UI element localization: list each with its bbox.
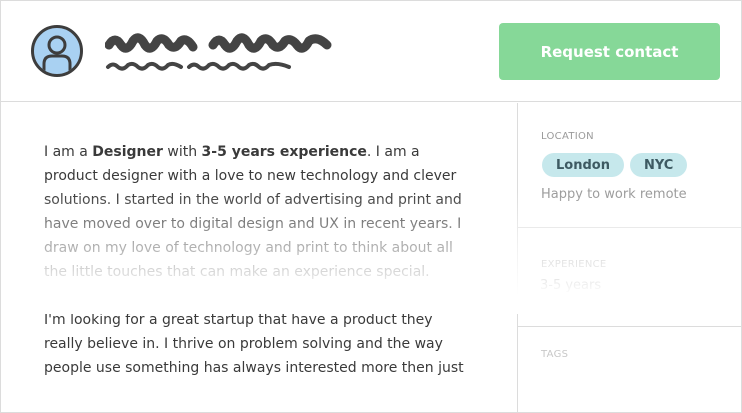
- bio-experience: 3-5 years experience: [201, 144, 367, 160]
- experience-value: 3-5 years: [540, 278, 602, 293]
- location-pill-london[interactable]: London: [542, 153, 624, 177]
- bio-paragraph-1: I am a Designer with 3-5 years experienc…: [44, 140, 474, 284]
- tags-label: TAGS: [541, 349, 569, 360]
- bio-role: Designer: [92, 144, 163, 160]
- redacted-subtitle: [106, 61, 291, 71]
- profile-header: Request contact: [1, 1, 741, 102]
- bio-text: I am a Designer with 3-5 years experienc…: [44, 140, 474, 404]
- bio-panel: I am a Designer with 3-5 years experienc…: [1, 103, 517, 412]
- bio-mid: with: [162, 144, 202, 160]
- avatar: [31, 25, 83, 77]
- request-contact-button[interactable]: Request contact: [499, 23, 720, 80]
- bio-rest: . I am a product designer with a love to…: [44, 144, 462, 280]
- bio-paragraph-2: I'm looking for a great startup that hav…: [44, 312, 464, 376]
- experience-label: EXPERIENCE: [541, 259, 607, 270]
- profile-sidebar: LOCATION London NYC Happy to work remote…: [517, 103, 741, 412]
- user-icon: [42, 35, 72, 74]
- tags-section: TAGS: [518, 327, 741, 412]
- experience-section: EXPERIENCE 3-5 years: [518, 228, 741, 327]
- location-label: LOCATION: [541, 131, 594, 142]
- bio-intro: I am a: [44, 144, 93, 160]
- location-pill-nyc[interactable]: NYC: [629, 153, 688, 177]
- remote-note: Happy to work remote: [541, 187, 687, 202]
- location-pills: London NYC: [542, 153, 688, 177]
- profile-card: Request contact I am a Designer with 3-5…: [0, 0, 742, 413]
- location-section: LOCATION London NYC Happy to work remote: [518, 103, 741, 228]
- redacted-name: [105, 33, 332, 53]
